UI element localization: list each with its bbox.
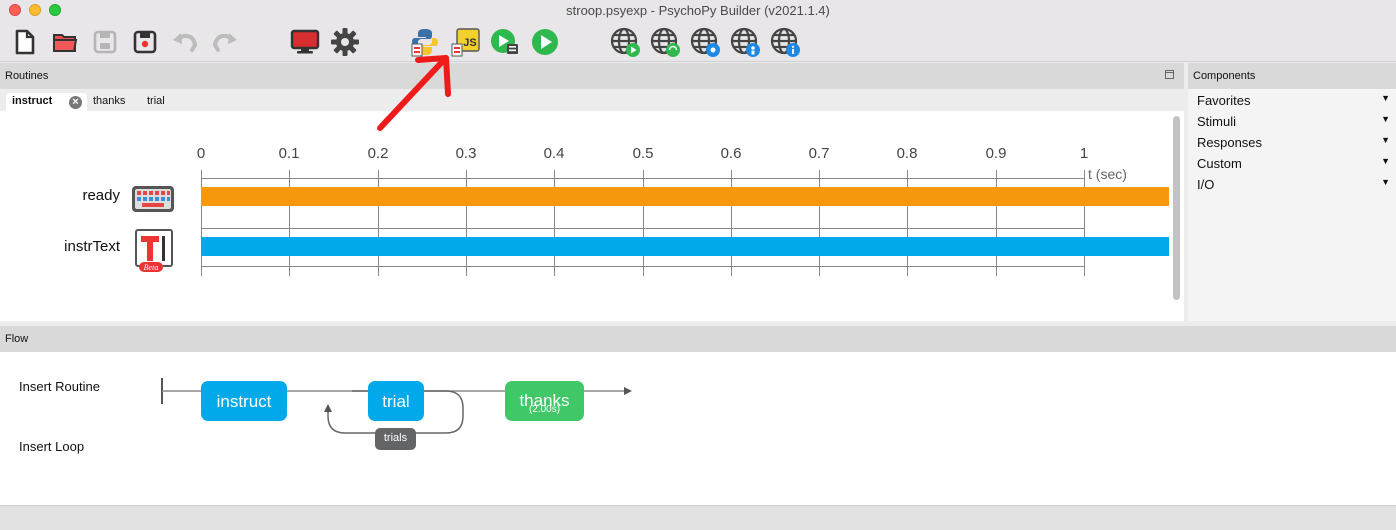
window-title: stroop.psyexp - PsychoPy Builder (v2021.…	[566, 3, 830, 18]
time-tick-label: 0.3	[455, 145, 477, 162]
time-tick-label: 0.2	[367, 145, 389, 162]
category-responses[interactable]: Responses ▼	[1197, 135, 1393, 150]
time-gridline	[289, 170, 290, 276]
globe-sync-icon[interactable]	[649, 26, 681, 58]
time-gridline	[819, 170, 820, 276]
keyboard-icon[interactable]	[131, 185, 175, 218]
flow-routine-thanks[interactable]: thanks (2.00s)	[505, 381, 584, 421]
loop-label-trials[interactable]: trials	[375, 428, 416, 450]
tab-trial-label: trial	[147, 95, 165, 107]
time-gridline	[378, 170, 379, 276]
component-name-ready[interactable]: ready	[10, 187, 120, 204]
flow-routine-trial-label: trial	[382, 392, 410, 411]
expand-arrow-icon: ▼	[1381, 114, 1390, 124]
time-tick-label: 1	[1079, 145, 1089, 162]
category-favorites[interactable]: Favorites ▼	[1197, 93, 1393, 108]
routine-tabs: instruct × thanks trial	[0, 89, 1184, 111]
time-gridline	[466, 170, 467, 276]
toolbar: JS	[0, 22, 1396, 62]
routine-canvas[interactable]	[0, 111, 1184, 321]
time-tick-label: 0.1	[278, 145, 300, 162]
components-panel: Favorites ▼ Stimuli ▼ Responses ▼ Custom ▼ I…	[1188, 89, 1396, 321]
open-folder-icon[interactable]	[49, 26, 81, 58]
time-unit-label: t (sec)	[1088, 166, 1127, 182]
save-as-icon[interactable]	[129, 26, 161, 58]
globe-info-icon[interactable]	[769, 26, 801, 58]
new-file-icon[interactable]	[9, 26, 41, 58]
category-custom-label: Custom	[1197, 156, 1242, 171]
category-io-label: I/O	[1197, 177, 1215, 192]
time-gridline	[554, 170, 555, 276]
time-tick-label: 0.7	[808, 145, 830, 162]
js-label: JS	[463, 37, 476, 49]
flow-routine-instruct[interactable]: instruct	[201, 381, 287, 421]
save-icon[interactable]	[89, 26, 121, 58]
redo-icon[interactable]	[209, 26, 241, 58]
textbox-icon[interactable]: Beta	[133, 228, 175, 279]
runner-icon[interactable]	[489, 26, 521, 58]
status-bar	[0, 505, 1396, 530]
time-gridline	[731, 170, 732, 276]
ready-duration-bar[interactable]	[201, 187, 1169, 206]
category-favorites-label: Favorites	[1197, 93, 1251, 108]
flow-end-arrow-icon	[624, 387, 632, 395]
monitor-icon[interactable]	[289, 26, 321, 58]
title-bar: stroop.psyexp - PsychoPy Builder (v2021.…	[0, 0, 1396, 22]
component-name-instrtext[interactable]: instrText	[10, 238, 120, 255]
psychopy-builder-window: stroop.psyexp - PsychoPy Builder (v2021.…	[0, 0, 1396, 530]
flow-routine-thanks-duration: (2.00s)	[528, 404, 561, 415]
flow-routine-instruct-label: instruct	[216, 392, 272, 411]
maximize-panel-icon[interactable]	[1165, 70, 1174, 79]
category-stimuli[interactable]: Stimuli ▼	[1197, 114, 1393, 129]
time-gridline	[907, 170, 908, 276]
expand-arrow-icon: ▼	[1381, 93, 1390, 103]
tab-instruct-label: instruct	[12, 95, 53, 107]
row-divider	[201, 178, 1085, 179]
row-divider	[201, 228, 1085, 229]
flow-diagram	[161, 378, 632, 434]
time-gridline	[643, 170, 644, 276]
red-arrow	[377, 55, 451, 131]
beta-badge: Beta	[144, 263, 159, 272]
expand-arrow-icon: ▼	[1381, 156, 1390, 166]
category-responses-label: Responses	[1197, 135, 1263, 150]
globe-pavlovia-icon[interactable]	[689, 26, 721, 58]
undo-icon[interactable]	[169, 26, 201, 58]
time-tick-label: 0.6	[720, 145, 742, 162]
time-tick-label: 0.9	[985, 145, 1007, 162]
components-header-label: Components	[1193, 70, 1256, 82]
time-gridline	[996, 170, 997, 276]
globe-user-icon[interactable]	[729, 26, 761, 58]
flow-routine-trial[interactable]: trial	[368, 381, 424, 421]
loop-arrow-icon	[324, 404, 332, 412]
gear-icon[interactable]	[329, 26, 361, 58]
category-io[interactable]: I/O ▼	[1197, 177, 1393, 192]
flow-panel-header: Flow	[0, 326, 1396, 352]
time-gridline	[201, 170, 202, 276]
tab-trial[interactable]: trial	[141, 93, 171, 111]
flow-header-label: Flow	[5, 333, 29, 345]
row-divider	[201, 266, 1085, 267]
routines-header-label: Routines	[5, 70, 49, 82]
expand-arrow-icon: ▼	[1381, 135, 1390, 145]
time-gridline	[1084, 170, 1085, 276]
close-tab-icon[interactable]: ×	[69, 96, 82, 109]
run-icon[interactable]	[529, 26, 561, 58]
time-tick-label: 0.8	[896, 145, 918, 162]
tab-thanks-label: thanks	[93, 95, 126, 107]
time-tick-label: 0	[196, 145, 206, 162]
category-custom[interactable]: Custom ▼	[1197, 156, 1393, 171]
time-tick-label: 0.4	[543, 145, 565, 162]
time-tick-label: 0.5	[632, 145, 654, 162]
instrtext-duration-bar[interactable]	[201, 237, 1169, 256]
routines-panel-header: Routines	[0, 63, 1184, 89]
routine-scrollbar[interactable]	[1173, 116, 1180, 300]
components-panel-header: Components	[1188, 63, 1396, 89]
category-stimuli-label: Stimuli	[1197, 114, 1237, 129]
expand-arrow-icon: ▼	[1381, 177, 1390, 187]
tab-thanks[interactable]: thanks	[87, 93, 131, 111]
globe-run-icon[interactable]	[609, 26, 641, 58]
tab-instruct[interactable]: instruct ×	[6, 93, 87, 111]
